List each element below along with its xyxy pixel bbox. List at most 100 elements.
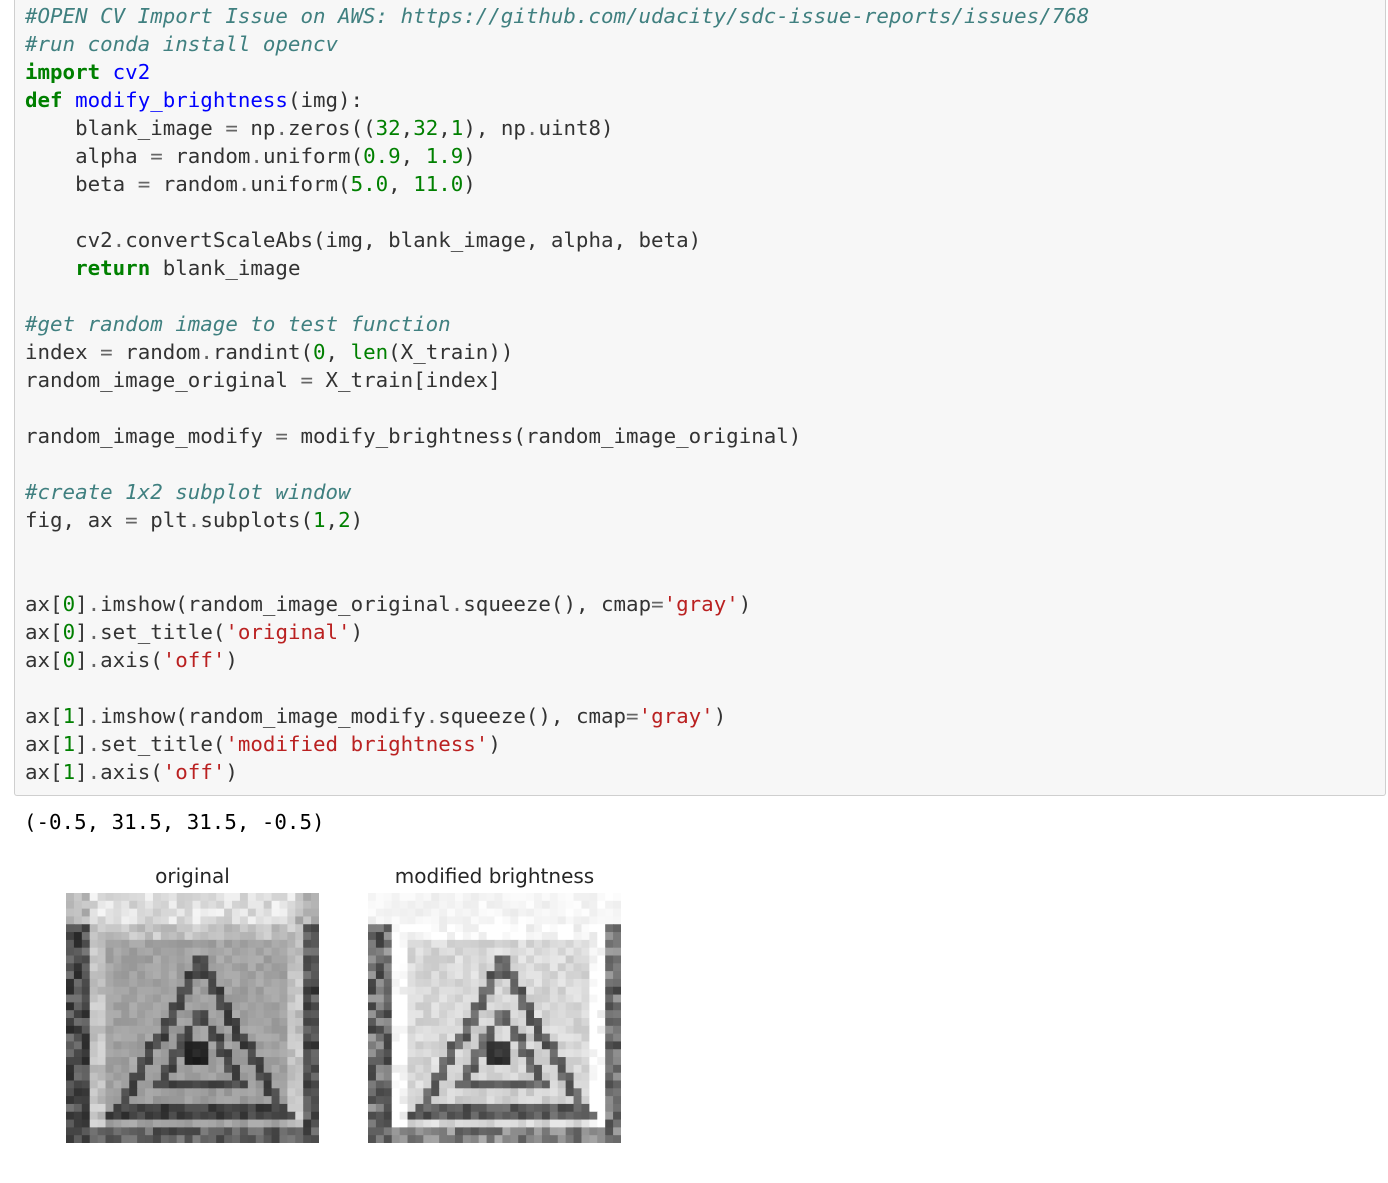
code-line[interactable]	[25, 562, 1089, 590]
image-pixel	[247, 939, 257, 949]
image-pixel	[105, 1119, 115, 1128]
image-pixel	[239, 1033, 249, 1043]
code-line[interactable]: fig, ax = plt.subplots(1,2)	[25, 506, 1089, 534]
code-line[interactable]: alpha = random.uniform(0.9, 1.9)	[25, 142, 1089, 170]
code-line[interactable]: def modify_brightness(img):	[25, 86, 1089, 114]
image-pixel	[589, 971, 598, 980]
code-line[interactable]	[25, 674, 1089, 702]
image-pixel	[407, 963, 417, 972]
image-pixel	[573, 900, 583, 910]
image-pixel	[431, 1010, 440, 1019]
code-token-plain: convertScaleAbs(img, blank_image, alpha,…	[125, 228, 702, 252]
code-line[interactable]: ax[0].set_title('original')	[25, 618, 1089, 646]
code-line[interactable]	[25, 534, 1089, 562]
code-line[interactable]: ax[0].axis('off')	[25, 646, 1089, 674]
image-pixel	[557, 1025, 567, 1035]
image-pixel	[152, 978, 162, 988]
image-pixel	[279, 932, 288, 941]
image-pixel	[447, 955, 456, 964]
image-pixel	[534, 1057, 543, 1066]
image-pixel	[113, 994, 122, 1003]
warning-sign-image-modified	[368, 893, 621, 1143]
code-line[interactable]	[25, 394, 1089, 422]
code-line[interactable]: ax[1].axis('off')	[25, 758, 1089, 786]
code-line[interactable]: blank_image = np.zeros((32,32,1), np.uin…	[25, 114, 1089, 142]
image-pixel	[478, 947, 488, 957]
image-pixel	[447, 1096, 456, 1105]
code-line[interactable]: cv2.convertScaleAbs(img, blank_image, al…	[25, 226, 1089, 254]
image-pixel	[375, 893, 385, 902]
code-token-fn: cv2	[112, 60, 151, 84]
image-pixel	[415, 900, 424, 910]
code-editor[interactable]: #OPEN CV Import Issue on AWS: https://gi…	[25, 2, 1089, 786]
code-line[interactable]	[25, 198, 1089, 226]
image-pixel	[589, 1018, 598, 1027]
image-pixel	[541, 978, 551, 988]
code-line[interactable]: index = random.randint(0, len(X_train))	[25, 338, 1089, 366]
image-pixel	[295, 939, 304, 949]
image-pixel	[105, 1103, 115, 1113]
image-pixel	[368, 1088, 377, 1097]
image-pixel	[303, 1103, 312, 1113]
image-pixel	[145, 971, 154, 980]
code-line[interactable]: ax[1].imshow(random_image_modify.squeeze…	[25, 702, 1089, 730]
image-pixel	[541, 1057, 551, 1066]
code-line[interactable]	[25, 282, 1089, 310]
image-pixel	[431, 994, 440, 1003]
image-pixel	[581, 900, 590, 910]
code-cell-input[interactable]: #OPEN CV Import Issue on AWS: https://gi…	[14, 0, 1386, 796]
code-line[interactable]: #create 1x2 subplot window	[25, 478, 1089, 506]
image-pixel	[573, 1103, 583, 1113]
image-pixel	[534, 916, 543, 925]
image-pixel	[176, 1103, 186, 1113]
image-pixel	[239, 994, 249, 1003]
image-pixel	[137, 947, 146, 957]
code-line[interactable]	[25, 450, 1089, 478]
image-pixel	[279, 963, 288, 972]
image-pixel	[271, 1049, 281, 1058]
code-token-op: =	[300, 368, 313, 392]
image-pixel	[581, 1010, 590, 1019]
image-pixel	[113, 1111, 122, 1121]
image-pixel	[470, 1025, 480, 1035]
code-line[interactable]: return blank_image	[25, 254, 1089, 282]
image-pixel	[192, 1103, 202, 1113]
image-pixel	[89, 908, 99, 918]
image-pixel	[478, 1072, 488, 1082]
image-pixel	[73, 1018, 83, 1027]
image-pixel	[113, 900, 122, 910]
code-line[interactable]: #get random image to test function	[25, 310, 1089, 338]
image-pixel	[208, 908, 217, 918]
image-pixel	[137, 939, 146, 949]
image-pixel	[81, 1010, 91, 1019]
image-pixel	[534, 1010, 543, 1019]
image-pixel	[557, 908, 567, 918]
code-line[interactable]: random_image_modify = modify_brightness(…	[25, 422, 1089, 450]
image-pixel	[216, 1010, 225, 1019]
image-pixel	[454, 986, 464, 996]
code-token-op: =	[137, 172, 151, 196]
code-line[interactable]: import cv2	[25, 58, 1089, 86]
image-pixel	[145, 932, 154, 941]
image-pixel	[368, 947, 377, 957]
image-pixel	[549, 1096, 559, 1105]
image-pixel	[391, 947, 401, 957]
code-line[interactable]: #run conda install opencv	[25, 30, 1089, 58]
image-pixel	[200, 916, 209, 925]
code-line[interactable]: ax[1].set_title('modified brightness')	[25, 730, 1089, 758]
image-pixel	[66, 924, 75, 933]
image-pixel	[431, 916, 440, 925]
image-pixel	[97, 986, 107, 996]
code-line[interactable]: ax[0].imshow(random_image_original.squee…	[25, 590, 1089, 618]
image-pixel	[439, 1049, 448, 1058]
code-line[interactable]: beta = random.uniform(5.0, 11.0)	[25, 170, 1089, 198]
code-token-op: =	[100, 340, 113, 364]
image-pixel	[589, 1033, 598, 1043]
image-pixel	[486, 1018, 496, 1027]
code-line[interactable]: random_image_original = X_train[index]	[25, 366, 1089, 394]
image-pixel	[263, 1010, 273, 1019]
image-pixel	[271, 1064, 281, 1074]
image-pixel	[502, 1033, 511, 1043]
image-pixel	[145, 893, 154, 902]
code-line[interactable]: #OPEN CV Import Issue on AWS: https://gi…	[25, 2, 1089, 30]
